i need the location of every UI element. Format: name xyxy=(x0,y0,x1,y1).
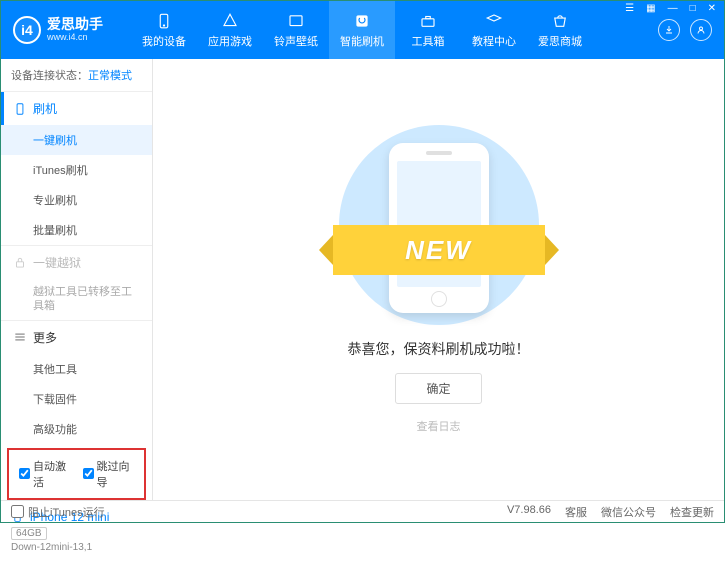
nav-ringtones[interactable]: 铃声壁纸 xyxy=(263,1,329,59)
sidebar-flash-header[interactable]: 刷机 xyxy=(1,92,152,125)
nav-store[interactable]: 爱思商城 xyxy=(527,1,593,59)
logo-icon: i4 xyxy=(13,16,41,44)
sidebar-item-download-fw[interactable]: 下载固件 xyxy=(1,384,152,414)
device-model: Down-12mini-13,1 xyxy=(11,542,142,553)
nav-apps[interactable]: 应用游戏 xyxy=(197,1,263,59)
view-log-link[interactable]: 查看日志 xyxy=(417,418,461,434)
service-link[interactable]: 客服 xyxy=(565,504,587,520)
main-nav: 我的设备 应用游戏 铃声壁纸 智能刷机 工具箱 教程中心 爱思商城 xyxy=(131,1,658,59)
nav-my-device[interactable]: 我的设备 xyxy=(131,1,197,59)
version-label: V7.98.66 xyxy=(507,504,551,520)
ok-button[interactable]: 确定 xyxy=(395,373,481,404)
update-link[interactable]: 检查更新 xyxy=(670,504,714,520)
sidebar-item-pro-flash[interactable]: 专业刷机 xyxy=(1,185,152,215)
lock-icon xyxy=(13,256,27,270)
thumb-icon[interactable]: ▦ xyxy=(643,2,658,15)
logo[interactable]: i4 爱思助手 www.i4.cn xyxy=(13,16,131,44)
nav-label: 智能刷机 xyxy=(340,33,384,49)
success-message: 恭喜您，保资料刷机成功啦！ xyxy=(348,339,530,359)
download-icon[interactable] xyxy=(658,19,680,41)
store-icon xyxy=(551,12,569,30)
checkbox-block-itunes[interactable]: 阻止iTunes运行 xyxy=(11,504,105,520)
sidebar-more-header[interactable]: 更多 xyxy=(1,321,152,354)
device-storage: 64GB xyxy=(11,527,47,540)
toolbox-icon xyxy=(419,12,437,30)
nav-flash[interactable]: 智能刷机 xyxy=(329,1,395,59)
device-icon xyxy=(155,12,173,30)
menu-icon[interactable]: ☰ xyxy=(622,2,637,15)
nav-label: 我的设备 xyxy=(142,33,186,49)
nav-tutorials[interactable]: 教程中心 xyxy=(461,1,527,59)
sidebar-item-oneclick-flash[interactable]: 一键刷机 xyxy=(1,125,152,155)
nav-label: 爱思商城 xyxy=(538,33,582,49)
tutorial-icon xyxy=(485,12,503,30)
nav-label: 应用游戏 xyxy=(208,33,252,49)
brand-name: 爱思助手 xyxy=(47,17,103,32)
more-icon xyxy=(13,330,27,344)
checkbox-skip-guide[interactable]: 跳过向导 xyxy=(83,458,135,490)
wallpaper-icon xyxy=(287,12,305,30)
flash-icon xyxy=(353,12,371,30)
success-illustration: NEW xyxy=(339,125,539,325)
sidebar-item-itunes-flash[interactable]: iTunes刷机 xyxy=(1,155,152,185)
sidebar-jailbreak-header: 一键越狱 xyxy=(1,246,152,279)
new-ribbon: NEW xyxy=(333,225,545,275)
nav-toolbox[interactable]: 工具箱 xyxy=(395,1,461,59)
header-bar: i4 爱思助手 www.i4.cn 我的设备 应用游戏 铃声壁纸 智能刷机 工具… xyxy=(1,1,724,59)
window-controls: ☰ ▦ — □ ✕ xyxy=(622,2,719,15)
connection-status: 设备连接状态：正常模式 xyxy=(1,59,152,91)
minimize-icon[interactable]: — xyxy=(665,2,681,15)
maximize-icon[interactable]: □ xyxy=(687,2,699,15)
checkbox-auto-activate[interactable]: 自动激活 xyxy=(19,458,71,490)
jailbreak-note: 越狱工具已转移至工具箱 xyxy=(1,279,152,320)
sidebar: 设备连接状态：正常模式 刷机 一键刷机 iTunes刷机 专业刷机 批量刷机 一… xyxy=(1,59,153,500)
main-content: NEW 恭喜您，保资料刷机成功啦！ 确定 查看日志 xyxy=(153,59,724,500)
phone-icon xyxy=(13,102,27,116)
nav-label: 铃声壁纸 xyxy=(274,33,318,49)
sidebar-item-batch-flash[interactable]: 批量刷机 xyxy=(1,215,152,245)
apps-icon xyxy=(221,12,239,30)
wechat-link[interactable]: 微信公众号 xyxy=(601,504,656,520)
nav-label: 工具箱 xyxy=(412,33,445,49)
sidebar-item-advanced[interactable]: 高级功能 xyxy=(1,414,152,444)
user-icon[interactable] xyxy=(690,19,712,41)
sidebar-item-other-tools[interactable]: 其他工具 xyxy=(1,354,152,384)
nav-label: 教程中心 xyxy=(472,33,516,49)
close-icon[interactable]: ✕ xyxy=(705,2,719,15)
flash-options-highlight: 自动激活 跳过向导 xyxy=(7,448,146,500)
brand-url: www.i4.cn xyxy=(47,33,103,43)
